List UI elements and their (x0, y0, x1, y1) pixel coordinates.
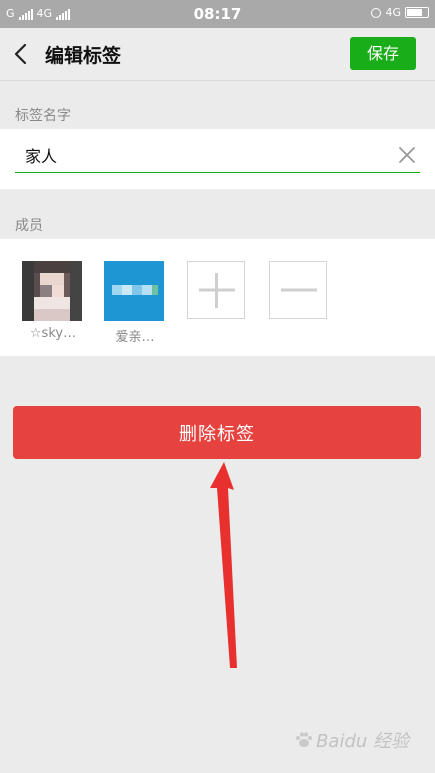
baidu-watermark: Baidu 经验 (295, 727, 409, 753)
watermark-text: Baidu 经验 (316, 731, 409, 752)
clear-icon[interactable] (397, 145, 417, 165)
minus-icon (281, 288, 317, 292)
status-bar: G 4G 08:17 4G (0, 0, 435, 28)
member-item[interactable]: ☆sky… (22, 261, 84, 341)
page-title: 编辑标签 (45, 45, 122, 67)
member-item[interactable]: 爱亲… (104, 261, 166, 345)
add-member-button[interactable] (187, 261, 245, 319)
tag-name-input[interactable] (15, 141, 395, 169)
input-underline (15, 172, 420, 173)
alarm-icon (371, 7, 382, 18)
save-button[interactable]: 保存 (350, 37, 416, 70)
remove-member-button[interactable] (269, 261, 327, 319)
members-panel: ☆sky… 爱亲… (0, 239, 435, 356)
delete-tag-button[interactable]: 删除标签 (13, 406, 421, 459)
tag-name-section-label: 标签名字 (15, 108, 71, 124)
back-arrow-icon[interactable] (10, 42, 34, 66)
member-name: ☆sky… (29, 326, 77, 341)
avatar (104, 261, 164, 321)
avatar (22, 261, 82, 321)
plus-icon (199, 273, 235, 308)
nav-header: 编辑标签 保存 (0, 28, 435, 81)
clock: 08:17 (193, 5, 242, 23)
battery-icon (405, 7, 429, 18)
members-section-label: 成员 (15, 218, 43, 234)
member-name: 爱亲… (115, 330, 155, 345)
paw-icon (296, 732, 313, 747)
network-label: 4G (385, 6, 401, 19)
tag-name-panel (0, 129, 435, 189)
status-icons: 4G (371, 6, 429, 19)
